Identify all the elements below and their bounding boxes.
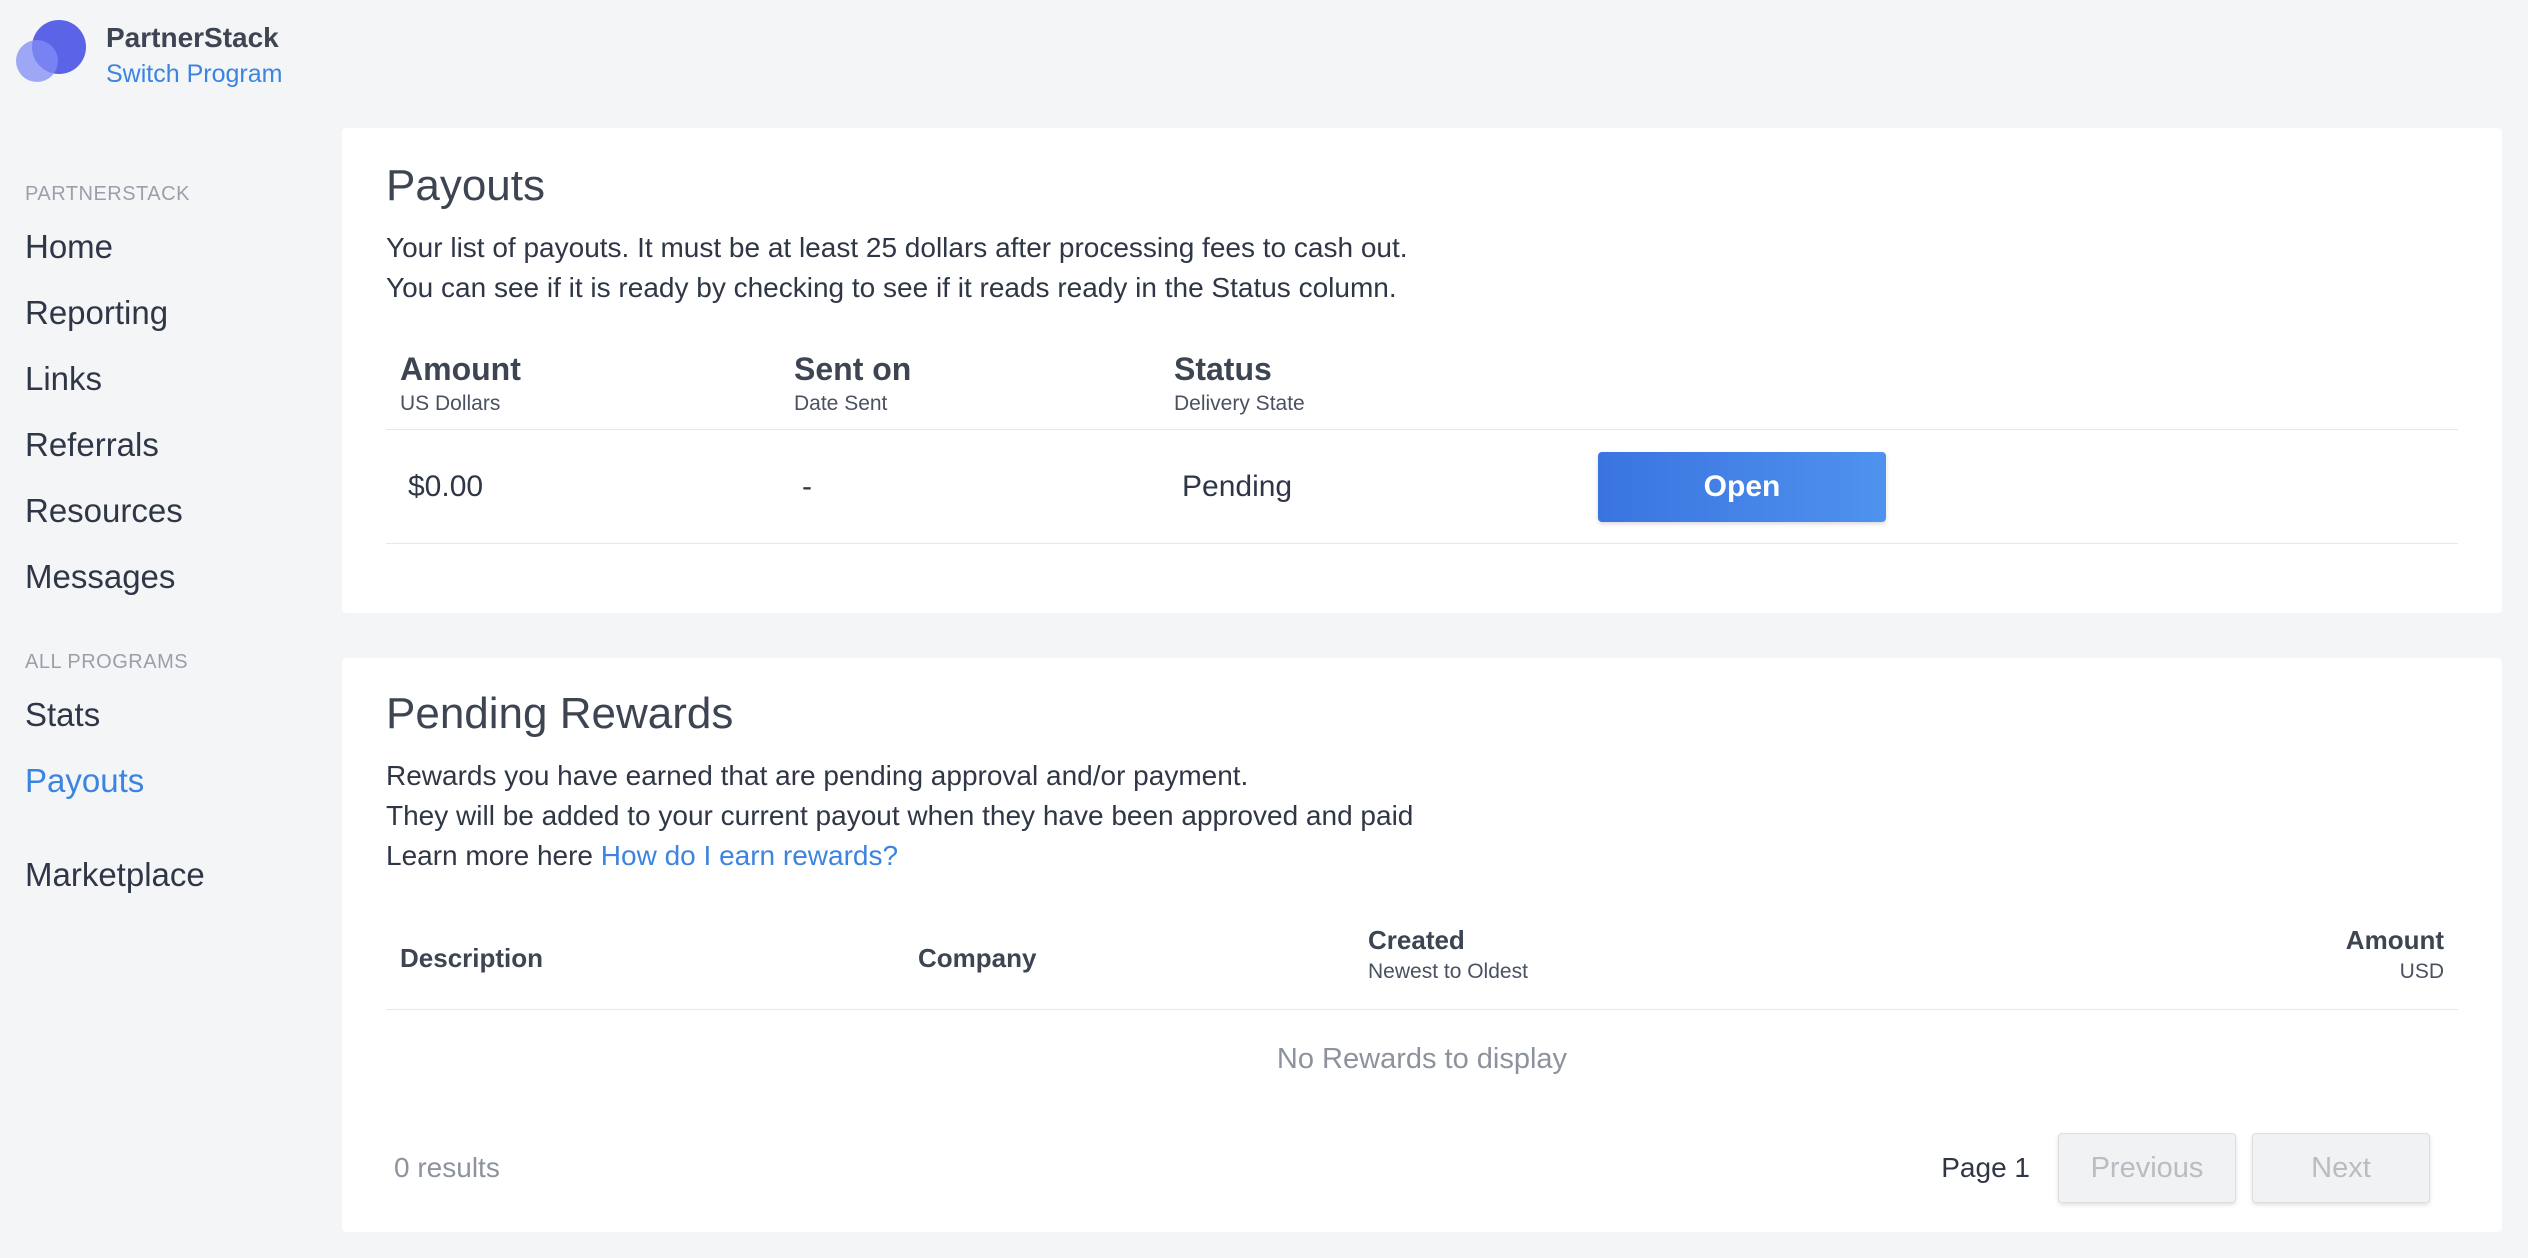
sidebar-item-stats[interactable]: Stats bbox=[25, 682, 325, 748]
switch-program-link[interactable]: Switch Program bbox=[106, 56, 282, 92]
column-title-amount-usd: Amount bbox=[2345, 925, 2444, 955]
app-page: PartnerStack Switch Program PARTNERSTACK… bbox=[0, 0, 2528, 1258]
previous-page-button[interactable]: Previous bbox=[2058, 1133, 2236, 1203]
nav-heading-all-programs: ALL PROGRAMS bbox=[25, 651, 189, 673]
sidebar-item-reporting[interactable]: Reporting bbox=[25, 280, 325, 346]
empty-state: No Rewards to display bbox=[1276, 1042, 1568, 1075]
open-payout-button[interactable]: Open bbox=[1598, 451, 1886, 522]
results-count: 0 results bbox=[394, 1152, 500, 1183]
rewards-description-line1: Rewards you have earned that are pending… bbox=[386, 760, 1249, 791]
column-subtitle-usd: USD bbox=[2399, 960, 2444, 983]
how-to-earn-rewards-link[interactable]: How do I earn rewards? bbox=[601, 840, 898, 871]
sidebar-item-marketplace[interactable]: Marketplace bbox=[25, 842, 325, 908]
payouts-table-header: Amount US Dollars Sent on Date Sent Stat… bbox=[386, 350, 2458, 430]
learn-more-prefix: Learn more here bbox=[386, 840, 601, 871]
sidebar-nav: PARTNERSTACK Home Reporting Links Referr… bbox=[25, 180, 325, 908]
column-title-sent-on: Sent on bbox=[794, 351, 912, 387]
column-header-status: Status Delivery State bbox=[1160, 350, 1598, 429]
column-header-created[interactable]: Created Newest to Oldest bbox=[1354, 922, 1834, 1009]
payouts-description-line1: Your list of payouts. It must be at leas… bbox=[386, 232, 1408, 263]
partnerstack-logo-icon bbox=[16, 18, 88, 82]
nav-group-all-programs: ALL PROGRAMS Stats Payouts bbox=[25, 648, 325, 814]
sidebar-item-messages[interactable]: Messages bbox=[25, 544, 325, 610]
brand-header: PartnerStack Switch Program bbox=[16, 18, 282, 92]
sidebar-item-links[interactable]: Links bbox=[25, 346, 325, 412]
payouts-card: Payouts Your list of payouts. It must be… bbox=[342, 128, 2502, 613]
nav-group-partnerstack: PARTNERSTACK Home Reporting Links Referr… bbox=[25, 180, 325, 610]
pending-rewards-title: Pending Rewards bbox=[386, 689, 734, 738]
payout-status: Pending bbox=[1182, 469, 1293, 503]
column-subtitle-created: Newest to Oldest bbox=[1368, 960, 1528, 983]
column-title-status: Status bbox=[1174, 351, 1272, 387]
nav-heading-partnerstack: PARTNERSTACK bbox=[25, 183, 190, 205]
table-row: $0.00 - Pending Open bbox=[386, 430, 2458, 544]
payouts-description-line2: You can see if it is ready by checking t… bbox=[386, 272, 1397, 303]
column-title-company: Company bbox=[918, 943, 1037, 973]
sidebar-item-home[interactable]: Home bbox=[25, 214, 325, 280]
column-title-created: Created bbox=[1368, 925, 1465, 955]
payout-sent-on: - bbox=[802, 469, 812, 503]
rewards-table: Description Company Created Newest to Ol… bbox=[386, 922, 2458, 1108]
column-header-sent-on: Sent on Date Sent bbox=[780, 350, 1160, 429]
column-header-amount-usd: Amount USD bbox=[1834, 922, 2458, 1009]
column-title-amount: Amount bbox=[400, 351, 521, 387]
column-subtitle-amount: US Dollars bbox=[400, 392, 501, 415]
payouts-title: Payouts bbox=[386, 161, 545, 210]
sidebar-item-referrals[interactable]: Referrals bbox=[25, 412, 325, 478]
brand-name: PartnerStack bbox=[106, 22, 279, 53]
pagination: 0 results Page 1 Previous Next bbox=[386, 1108, 2458, 1228]
pending-rewards-card: Pending Rewards Rewards you have earned … bbox=[342, 658, 2502, 1232]
rewards-learn-more: Learn more here How do I earn rewards? bbox=[386, 836, 2458, 876]
column-header-description: Description bbox=[386, 922, 904, 1009]
column-header-amount: Amount US Dollars bbox=[386, 350, 780, 429]
sidebar-item-payouts[interactable]: Payouts bbox=[25, 748, 325, 814]
column-subtitle-status: Delivery State bbox=[1174, 392, 1305, 415]
rewards-table-header: Description Company Created Newest to Ol… bbox=[386, 922, 2458, 1010]
column-header-company: Company bbox=[904, 922, 1354, 1009]
rewards-description-line2: They will be added to your current payou… bbox=[386, 800, 1414, 831]
sidebar-item-resources[interactable]: Resources bbox=[25, 478, 325, 544]
next-page-button[interactable]: Next bbox=[2252, 1133, 2430, 1203]
payout-amount: $0.00 bbox=[408, 469, 484, 503]
column-title-description: Description bbox=[400, 943, 544, 973]
column-subtitle-sent-on: Date Sent bbox=[794, 392, 888, 415]
payouts-table: Amount US Dollars Sent on Date Sent Stat… bbox=[386, 350, 2458, 544]
page-indicator: Page 1 bbox=[1941, 1152, 2030, 1183]
